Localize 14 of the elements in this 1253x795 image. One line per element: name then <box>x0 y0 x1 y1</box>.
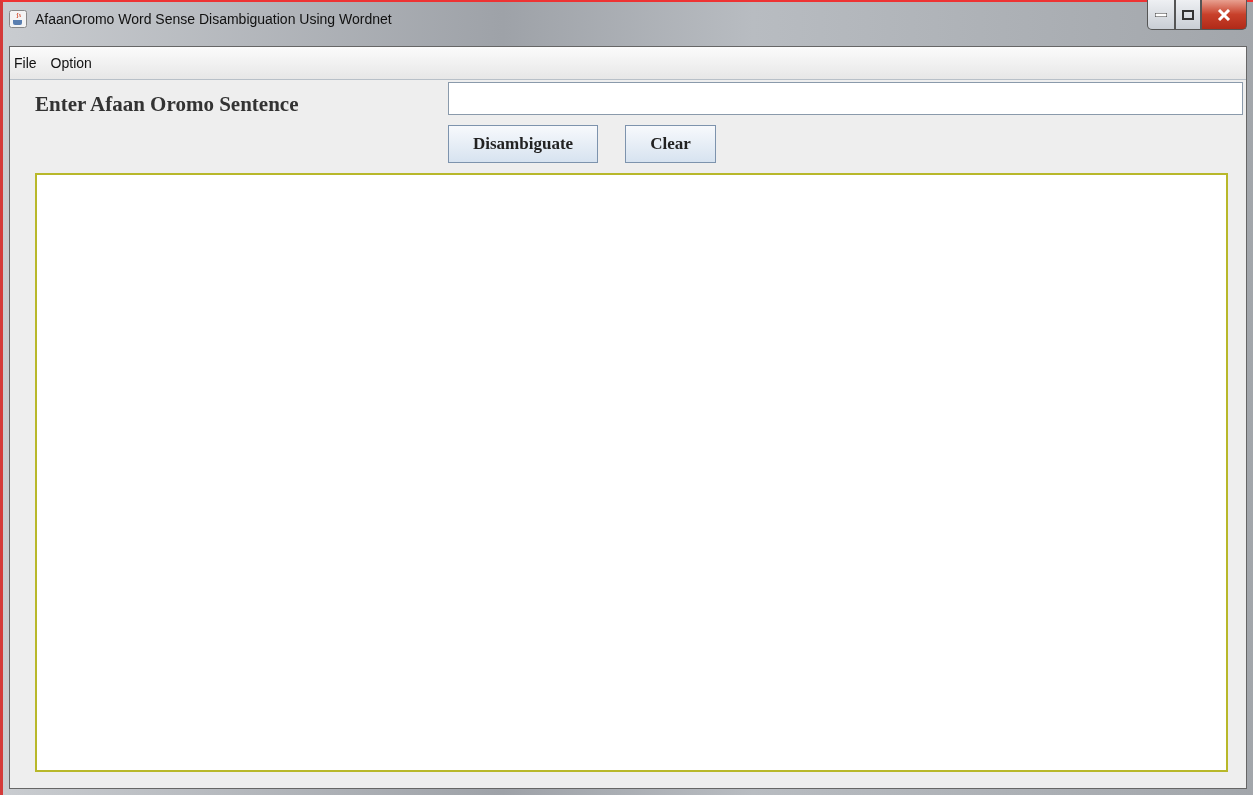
close-icon <box>1217 8 1231 21</box>
maximize-button[interactable] <box>1175 0 1201 30</box>
maximize-icon <box>1182 9 1194 20</box>
disambiguate-button[interactable]: Disambiguate <box>448 125 599 163</box>
java-cup-icon <box>9 10 27 28</box>
minimize-button[interactable] <box>1147 0 1175 30</box>
sentence-label: Enter Afaan Oromo Sentence <box>34 91 300 117</box>
menu-item[interactable]: Option <box>50 55 92 71</box>
menu-item[interactable]: File <box>14 55 37 71</box>
clear-button[interactable]: Clear <box>625 125 716 163</box>
window-title: AfaanOromo Word Sense Disambiguation Using Wordnet <box>35 10 392 28</box>
sentence-input[interactable] <box>448 82 1243 115</box>
close-button[interactable] <box>1201 0 1247 30</box>
minimize-icon <box>1155 12 1167 17</box>
